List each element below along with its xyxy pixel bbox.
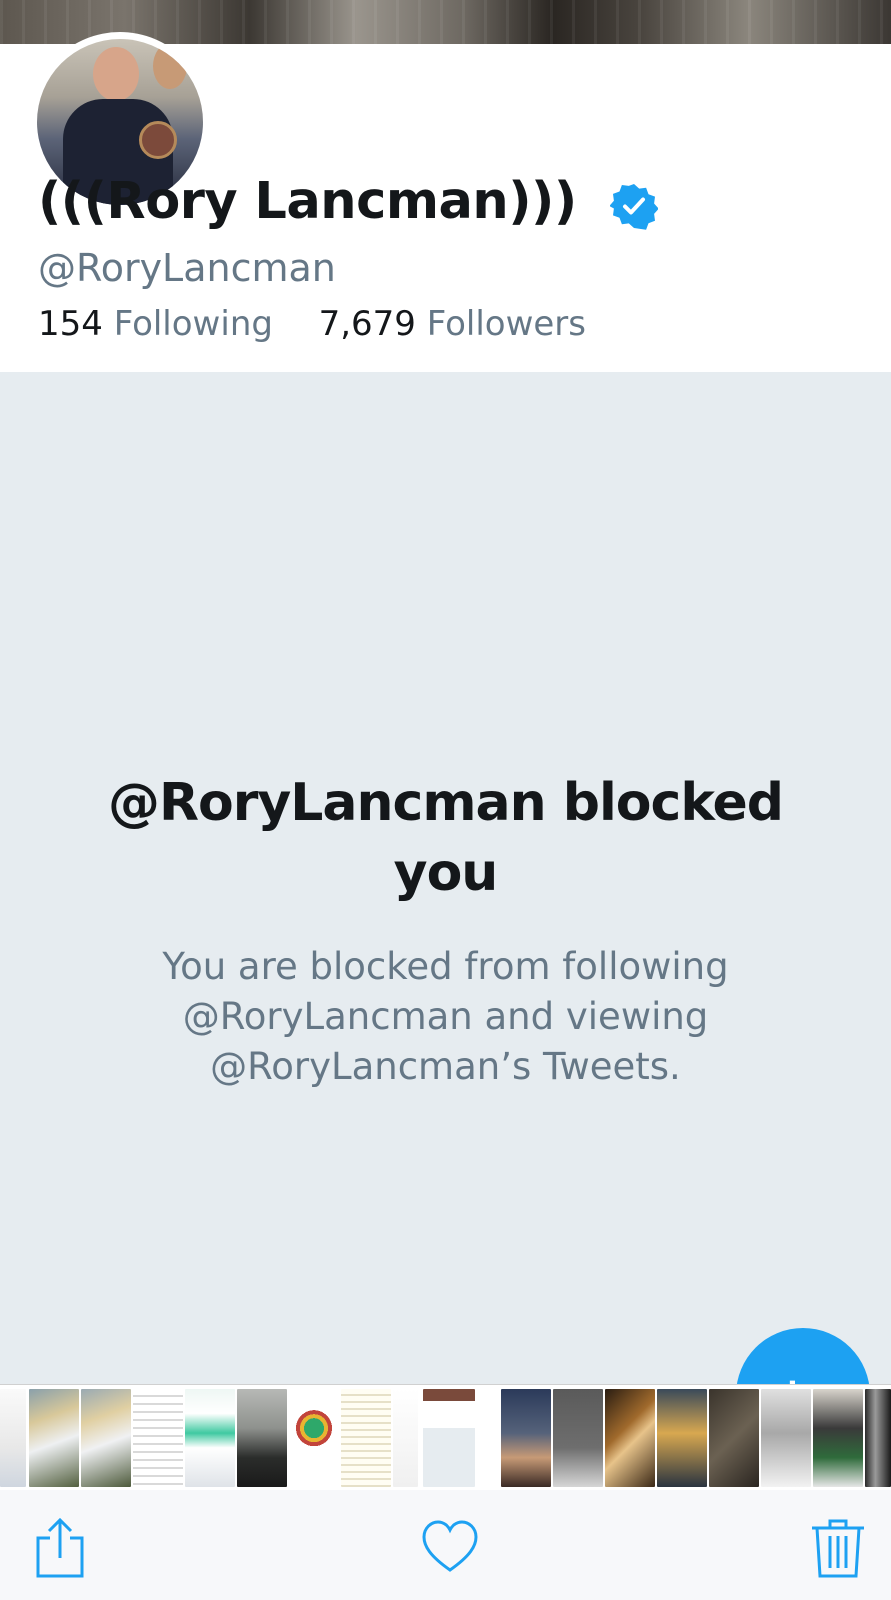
- photo-thumbnail[interactable]: [81, 1389, 131, 1487]
- photo-thumbnail[interactable]: [133, 1389, 183, 1487]
- photo-thumbnail[interactable]: [289, 1389, 339, 1487]
- photo-thumbnail[interactable]: [553, 1389, 603, 1487]
- blocked-title: @RoryLancman blocked you: [107, 773, 784, 903]
- followers-stat[interactable]: 7,679 Followers: [319, 304, 586, 344]
- profile-display-name: (((Rory Lancman))): [38, 172, 577, 231]
- following-label: Following: [113, 304, 273, 344]
- photo-thumbnail[interactable]: [423, 1389, 475, 1487]
- photo-thumbnail-strip: [0, 1384, 891, 1490]
- photo-thumbnail[interactable]: [657, 1389, 707, 1487]
- photo-thumbnail[interactable]: [237, 1389, 287, 1487]
- photo-thumbnail[interactable]: [393, 1389, 418, 1487]
- blocked-message: You are blocked from following @RoryLanc…: [162, 945, 729, 1088]
- profile-stats: 154 Following 7,679 Followers: [38, 304, 586, 344]
- photo-thumbnail[interactable]: [709, 1389, 759, 1487]
- verified-badge-icon: [610, 184, 658, 230]
- heart-icon[interactable]: [420, 1516, 480, 1580]
- share-icon[interactable]: [30, 1516, 90, 1580]
- photo-toolbar: [0, 1490, 891, 1600]
- trash-icon[interactable]: [808, 1516, 868, 1580]
- followers-count: 7,679: [318, 304, 416, 344]
- photo-thumbnail[interactable]: [0, 1389, 26, 1487]
- profile-handle: @RoryLancman: [38, 246, 336, 290]
- photo-thumbnail[interactable]: [29, 1389, 79, 1487]
- photo-thumbnail[interactable]: [761, 1389, 811, 1487]
- photo-thumbnail[interactable]: [501, 1389, 551, 1487]
- photo-thumbnail[interactable]: [341, 1389, 391, 1487]
- photo-thumbnail[interactable]: [185, 1389, 235, 1487]
- photo-thumbnail[interactable]: [865, 1389, 891, 1487]
- blocked-notice-panel: @RoryLancman blocked you You are blocked…: [0, 372, 891, 1384]
- photo-thumbnail[interactable]: [813, 1389, 863, 1487]
- following-stat[interactable]: 154 Following: [38, 304, 284, 344]
- profile-header: (((Rory Lancman))) @RoryLancman 154 Foll…: [0, 32, 891, 372]
- following-count: 154: [38, 304, 103, 344]
- photo-thumbnail[interactable]: [605, 1389, 655, 1487]
- followers-label: Followers: [426, 304, 586, 344]
